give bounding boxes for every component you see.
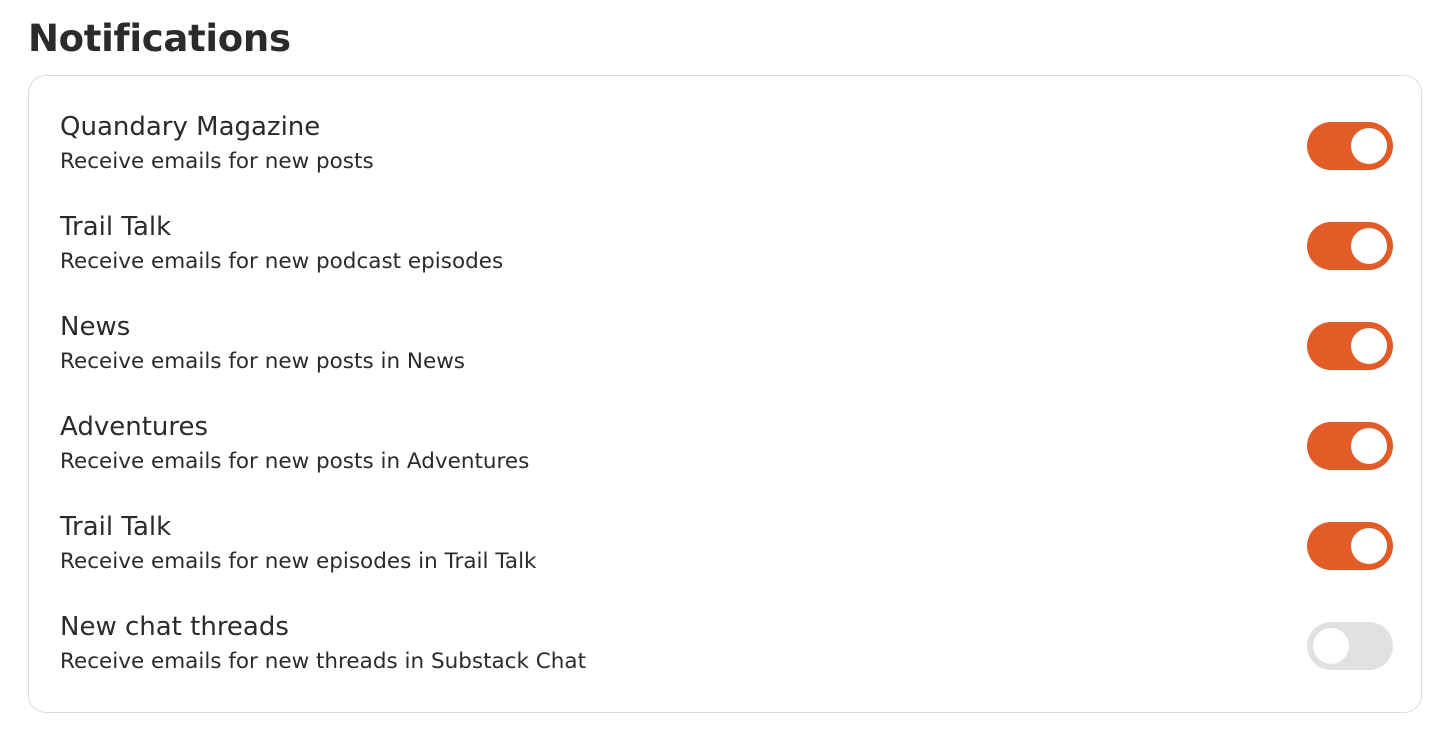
page-title: Notifications [28,17,291,60]
toggle-knob [1351,128,1387,164]
notification-text: Trail Talk Receive emails for new episod… [60,510,537,577]
notification-toggle-trail-talk-podcast[interactable] [1307,222,1393,270]
notification-toggle-news[interactable] [1307,322,1393,370]
notifications-card: Quandary Magazine Receive emails for new… [28,75,1422,713]
notification-description: Receive emails for new posts in News [60,349,466,374]
toggle-knob [1351,428,1387,464]
notification-title: Adventures [60,412,209,442]
notification-description: Receive emails for new posts in Adventur… [60,449,530,474]
notification-title: News [60,312,131,342]
notification-row-new-chat-threads: New chat threads Receive emails for new … [29,576,1421,676]
toggle-knob [1313,628,1349,664]
toggle-knob [1351,528,1387,564]
notification-text: Trail Talk Receive emails for new podcas… [60,210,503,277]
notification-description: Receive emails for new threads in Substa… [60,649,587,674]
notification-text: Quandary Magazine Receive emails for new… [60,110,374,177]
notification-toggle-adventures[interactable] [1307,422,1393,470]
notification-description: Receive emails for new episodes in Trail… [60,549,537,574]
notification-row-trail-talk-episodes: Trail Talk Receive emails for new episod… [29,476,1421,576]
notification-toggle-new-chat-threads[interactable] [1307,622,1393,670]
notification-title: New chat threads [60,612,289,642]
notification-row-quandary-magazine: Quandary Magazine Receive emails for new… [29,76,1421,176]
notification-toggle-quandary-magazine[interactable] [1307,122,1393,170]
notifications-page: Notifications Quandary Magazine Receive … [0,0,1456,734]
notification-toggle-trail-talk-episodes[interactable] [1307,522,1393,570]
notification-description: Receive emails for new podcast episodes [60,249,504,274]
notification-description: Receive emails for new posts [60,149,374,174]
notification-title: Trail Talk [60,212,172,242]
notification-text: News Receive emails for new posts in New… [60,310,465,377]
toggle-knob [1351,328,1387,364]
notification-title: Quandary Magazine [60,112,321,142]
notification-title: Trail Talk [60,512,172,542]
toggle-knob [1351,228,1387,264]
notification-row-adventures: Adventures Receive emails for new posts … [29,376,1421,476]
notification-row-trail-talk-podcast: Trail Talk Receive emails for new podcas… [29,176,1421,276]
notification-text: Adventures Receive emails for new posts … [60,410,529,477]
notification-text: New chat threads Receive emails for new … [60,610,586,677]
notification-row-news: News Receive emails for new posts in New… [29,276,1421,376]
